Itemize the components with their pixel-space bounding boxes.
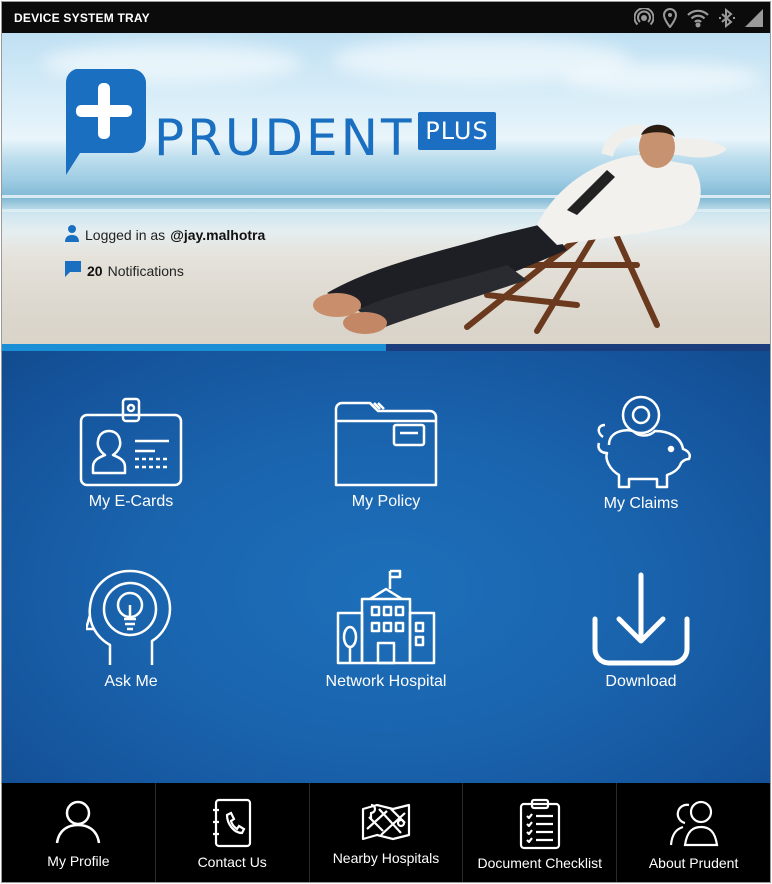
tile-label: My Policy [351, 493, 421, 510]
notifications-row[interactable]: 20 Notifications [64, 260, 184, 281]
brand-badge: PLUS [418, 112, 496, 150]
status-bar-title: DEVICE SYSTEM TRAY [14, 11, 150, 25]
piggy-bank-icon [541, 393, 741, 489]
head-lightbulb-icon [31, 567, 231, 667]
tile-label: Network Hospital [325, 673, 447, 690]
hotspot-icon [634, 8, 654, 28]
tile-my-e-cards[interactable]: My E-Cards [31, 397, 231, 511]
bluetooth-icon [718, 8, 736, 28]
download-icon [541, 571, 741, 667]
nav-label: My Profile [47, 853, 110, 869]
status-bar-icons [634, 7, 764, 29]
nav-my-profile[interactable]: My Profile [2, 783, 156, 882]
nav-document-checklist[interactable]: Document Checklist [463, 783, 618, 882]
tile-ask-me[interactable]: Ask Me [31, 567, 231, 691]
location-icon [662, 8, 678, 28]
hospital-icon [286, 567, 486, 667]
id-card-icon [31, 397, 231, 487]
nav-nearby-hospitals[interactable]: Nearby Hospitals [310, 783, 464, 882]
username[interactable]: @jay.malhotra [170, 227, 265, 243]
nav-about-prudent[interactable]: About Prudent [617, 783, 770, 882]
banner-progress-fill [2, 344, 386, 351]
wifi-icon [686, 8, 710, 28]
bottom-navigation: My Profile Contact Us Nearby Hospitals D… [2, 783, 770, 882]
nav-label: Document Checklist [477, 855, 603, 871]
notification-count: 20 [87, 262, 103, 279]
notification-label: Notifications [107, 262, 184, 279]
nav-label: Contact Us [197, 854, 267, 870]
tile-my-claims[interactable]: My Claims [541, 393, 741, 513]
nav-contact-us[interactable]: Contact Us [156, 783, 310, 882]
nav-label: Nearby Hospitals [332, 850, 440, 866]
user-icon [64, 224, 80, 245]
signal-icon [744, 8, 764, 28]
tile-my-policy[interactable]: My Policy [286, 399, 486, 511]
tile-label: Ask Me [104, 673, 158, 690]
prudent-logo-mark [62, 69, 146, 182]
main-menu-grid: My E-Cards My Policy My Claims Ask Me Ne… [2, 351, 770, 783]
folder-icon [286, 399, 486, 487]
tile-label: My E-Cards [88, 493, 174, 510]
chat-bubble-icon [64, 260, 82, 281]
tile-network-hospital[interactable]: Network Hospital [286, 567, 486, 691]
tile-label: Download [605, 673, 677, 690]
tile-download[interactable]: Download [541, 571, 741, 691]
tile-label: My Claims [603, 495, 679, 512]
logged-in-prefix: Logged in as [85, 226, 166, 243]
banner-progress-bar [2, 344, 770, 351]
app-frame: DEVICE SYSTEM TRAY PRUDENT PLUS Logged i… [1, 1, 771, 883]
nav-label: About Prudent [648, 855, 739, 871]
brand-name: PRUDENT [154, 109, 415, 167]
logged-in-row: Logged in as @jay.malhotra [64, 224, 265, 245]
hero-banner: PRUDENT PLUS Logged in as @jay.malhotra … [2, 33, 770, 344]
system-status-bar: DEVICE SYSTEM TRAY [2, 2, 770, 33]
